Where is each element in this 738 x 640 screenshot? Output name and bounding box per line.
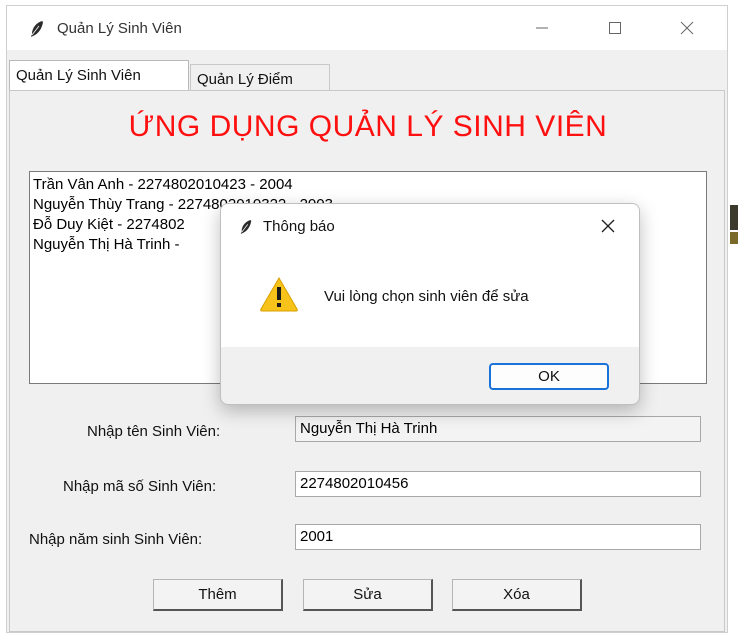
name-field[interactable]: Nguyễn Thị Hà Trinh [295,416,701,442]
background-fragment [730,205,738,230]
list-item[interactable]: Trần Vân Anh - 2274802010423 - 2004 [33,176,293,193]
close-button[interactable] [672,14,702,42]
dialog-message: Vui lòng chọn sinh viên để sửa [324,288,529,305]
window-title: Quản Lý Sinh Viên [57,20,182,37]
maximize-icon [609,22,621,34]
delete-button[interactable]: Xóa [452,579,582,611]
student-id-label: Nhập mã số Sinh Viên: [63,478,217,495]
background-edge [730,0,738,640]
app-heading: ỨNG DỤNG QUẢN LÝ SINH VIÊN [128,110,608,143]
student-id-field[interactable]: 2274802010456 [295,471,701,497]
feather-icon [240,220,252,234]
dialog-title: Thông báo [263,218,335,235]
minimize-button[interactable] [527,14,557,42]
warning-icon [260,277,298,312]
tab-student-management[interactable]: Quản Lý Sinh Viên [9,60,189,90]
close-icon [601,219,615,233]
birth-year-field[interactable]: 2001 [295,524,701,550]
ok-button[interactable]: OK [489,363,609,390]
list-item[interactable]: Đỗ Duy Kiệt - 2274802 [33,216,185,233]
feather-icon [31,21,43,37]
name-label: Nhập tên Sinh Viên: [87,423,221,440]
title-bar[interactable]: Quản Lý Sinh Viên [7,6,727,50]
notification-dialog: Thông báo Vui lòng chọn sinh viên để sửa… [220,203,640,405]
maximize-button[interactable] [600,14,630,42]
tab-bar: Quản Lý Sinh Viên Quản Lý Điểm [7,58,727,90]
minimize-icon [536,27,548,29]
birth-year-label: Nhập năm sinh Sinh Viên: [29,531,203,548]
background-fragment [730,232,738,244]
tab-grade-management[interactable]: Quản Lý Điểm [190,64,330,90]
edit-button[interactable]: Sửa [303,579,433,611]
add-button[interactable]: Thêm [153,579,283,611]
close-icon [680,21,694,35]
dialog-close-button[interactable] [593,214,623,238]
list-item[interactable]: Nguyễn Thị Hà Trinh - [33,236,179,253]
